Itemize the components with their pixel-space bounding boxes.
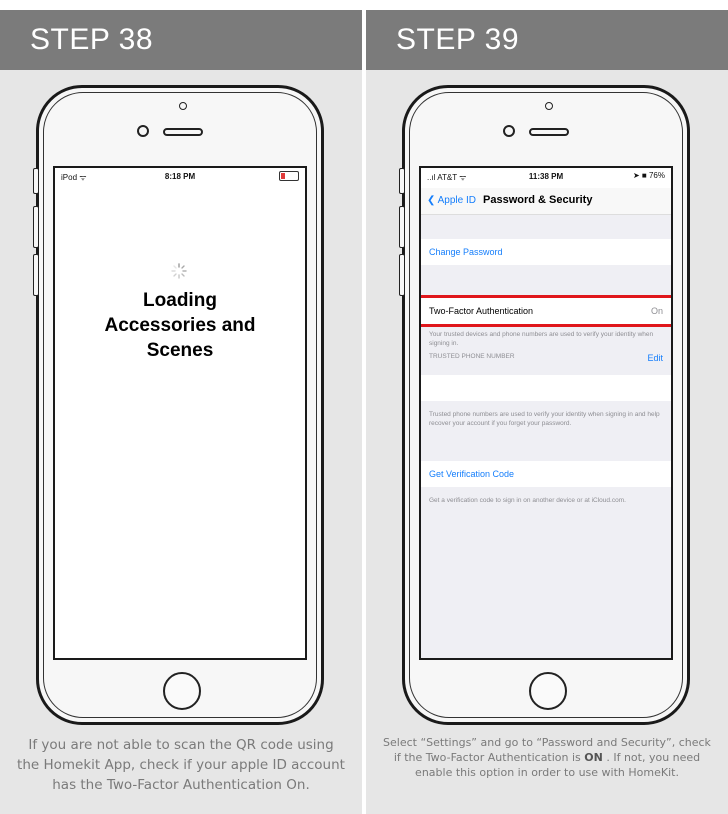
loading-message: Loading Accessories and Scenes	[104, 290, 256, 361]
step-panel-38: STEP 38 iPod ᯤ 8:18 PM Loading Accessori…	[0, 10, 362, 814]
battery-percent: ➤ ■ 76%	[633, 171, 665, 180]
proximity-sensor	[545, 102, 553, 110]
step-header: STEP 39	[366, 10, 728, 70]
phone-screen: iPod ᯤ 8:18 PM Loading Accessories and S…	[53, 166, 307, 660]
two-factor-note: Your trusted devices and phone numbers a…	[429, 331, 654, 347]
verification-code-note: Get a verification code to sign in on an…	[429, 497, 626, 504]
front-camera	[137, 125, 149, 137]
volume-down-button	[399, 254, 405, 296]
trusted-number-note: Trusted phone numbers are used to verify…	[429, 411, 660, 427]
battery-icon	[279, 171, 299, 181]
navigation-bar: ❮ Apple ID Password & Security	[421, 188, 671, 215]
step-caption: Select “Settings” and go to “Password an…	[366, 735, 728, 780]
volume-up-button	[399, 206, 405, 248]
step-header: STEP 38	[0, 10, 362, 70]
earpiece-speaker	[529, 128, 569, 136]
get-verification-code-row[interactable]: Get Verification Code	[421, 461, 671, 487]
step-caption: If you are not able to scan the QR code …	[17, 737, 345, 793]
phone-illustration: ..ıl AT&T ᯤ 11:38 PM ➤ ■ 76% ❮ Apple ID …	[399, 85, 690, 725]
phone-illustration: iPod ᯤ 8:18 PM Loading Accessories and S…	[33, 85, 324, 725]
home-button	[163, 672, 201, 710]
back-label: Apple ID	[437, 195, 476, 206]
mute-switch	[399, 168, 405, 194]
nav-title: Password & Security	[483, 194, 593, 206]
status-bar: iPod ᯤ 8:18 PM	[55, 168, 305, 186]
change-password-row[interactable]: Change Password	[421, 239, 671, 265]
volume-up-button	[33, 206, 39, 248]
step-panel-39: STEP 39 ..ıl AT&T ᯤ 11:38 PM ➤ ■ 76% ❮ A…	[366, 10, 728, 814]
loading-spinner-icon	[171, 263, 187, 279]
phone-screen: ..ıl AT&T ᯤ 11:38 PM ➤ ■ 76% ❮ Apple ID …	[419, 166, 673, 660]
status-time: 8:18 PM	[164, 172, 196, 181]
volume-down-button	[33, 254, 39, 296]
proximity-sensor	[179, 102, 187, 110]
front-camera	[503, 125, 515, 137]
earpiece-speaker	[163, 128, 203, 136]
mute-switch	[33, 168, 39, 194]
trusted-number-row	[421, 375, 671, 401]
edit-button[interactable]: Edit	[647, 353, 663, 363]
settings-list: Change Password Two-Factor Authenticatio…	[421, 215, 671, 658]
caption-emphasis: ON	[584, 751, 603, 764]
highlight-box	[421, 295, 671, 327]
battery-status: ➤ ■ 76%	[633, 171, 665, 180]
back-button[interactable]: ❮ Apple ID	[427, 195, 476, 206]
home-button	[529, 672, 567, 710]
trusted-number-header: TRUSTED PHONE NUMBER	[429, 353, 515, 360]
status-bar: ..ıl AT&T ᯤ 11:38 PM ➤ ■ 76%	[421, 168, 671, 186]
